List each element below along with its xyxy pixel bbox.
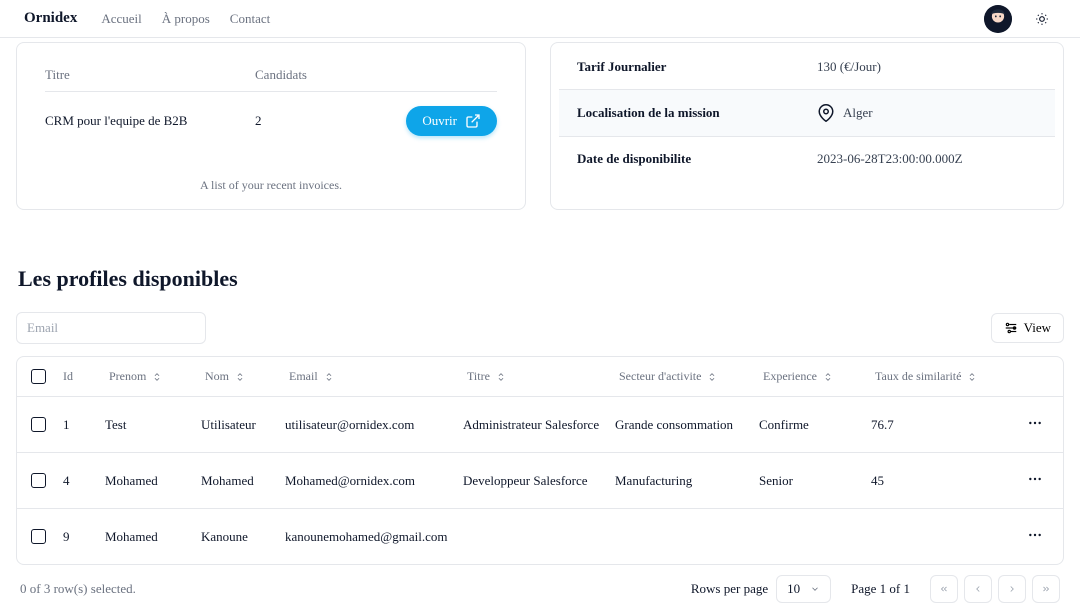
cell-nom: Utilisateur [201,417,285,433]
sort-icon [823,372,833,382]
sort-icon [496,372,506,382]
logo: Ornidex [24,10,77,27]
profiles-table: Id Prenom Nom Email Titre Secteur d'acti… [16,356,1064,565]
sort-taux[interactable]: Taux de similarité [871,367,981,386]
chevron-left-icon [973,584,983,594]
chevrons-right-icon [1041,584,1051,594]
page-next-button[interactable] [998,575,1026,603]
rpp-select[interactable]: 10 [776,575,831,603]
row-checkbox[interactable] [31,417,46,432]
cell-prenom: Mohamed [105,473,201,489]
cell-exp: Confirme [759,417,871,433]
col-candidates-header: Candidats [255,67,307,83]
col-id: Id [63,369,105,384]
sort-icon [324,372,334,382]
avail-label: Date de disponibilite [577,151,817,167]
location-label: Localisation de la mission [577,105,817,121]
cell-exp: Senior [759,473,871,489]
nav-about[interactable]: À propos [162,11,210,27]
sort-titre[interactable]: Titre [463,367,510,386]
cell-id: 4 [63,473,105,489]
cell-taux: 45 [871,473,991,489]
map-pin-icon [817,104,835,122]
sort-email[interactable]: Email [285,367,338,386]
page-info: Page 1 of 1 [851,581,910,597]
avail-value: 2023-06-28T23:00:00.000Z [817,151,963,167]
app-header: Ornidex Accueil À propos Contact [0,0,1080,38]
sort-secteur[interactable]: Secteur d'activite [615,367,721,386]
theme-toggle-button[interactable] [1028,5,1056,33]
sun-icon [1035,12,1049,26]
dots-icon [1027,415,1043,431]
cell-titre: Administrateur Salesforce [463,417,615,433]
top-nav: Accueil À propos Contact [101,11,270,27]
select-all-checkbox[interactable] [31,369,46,384]
rpp-value: 10 [787,581,800,597]
row-checkbox[interactable] [31,473,46,488]
cell-taux: 76.7 [871,417,991,433]
chevron-right-icon [1007,584,1017,594]
cell-secteur: Manufacturing [615,473,759,489]
section-title: Les profiles disponibles [18,266,1064,292]
selected-count: 0 of 3 row(s) selected. [20,581,136,597]
cell-email: Mohamed@ornidex.com [285,473,463,489]
cell-prenom: Test [105,417,201,433]
invoice-count: 2 [255,113,395,129]
info-card: Tarif Journalier 130 (€/Jour) Localisati… [550,42,1064,210]
table-row: 9 Mohamed Kanoune kanounemohamed@gmail.c… [17,509,1063,564]
table-row: 4 Mohamed Mohamed Mohamed@ornidex.com De… [17,453,1063,509]
row-menu-button[interactable] [1021,413,1049,436]
cell-titre: Developpeur Salesforce [463,473,615,489]
cell-nom: Mohamed [201,473,285,489]
sort-icon [152,372,162,382]
page-prev-button[interactable] [964,575,992,603]
email-filter-input[interactable] [16,312,206,344]
cell-prenom: Mohamed [105,529,201,545]
sort-icon [967,372,977,382]
rate-value: 130 (€/Jour) [817,59,881,75]
cell-secteur: Grande consommation [615,417,759,433]
page-last-button[interactable] [1032,575,1060,603]
table-footer: 0 of 3 row(s) selected. Rows per page 10… [16,575,1064,603]
col-title-header: Titre [45,67,255,83]
invoice-caption: A list of your recent invoices. [45,178,497,193]
cell-id: 1 [63,417,105,433]
sort-icon [235,372,245,382]
invoice-card: Titre Candidats CRM pour l'equipe de B2B… [16,42,526,210]
cell-id: 9 [63,529,105,545]
open-label: Ouvrir [422,113,457,129]
sort-nom[interactable]: Nom [201,367,249,386]
cell-email: kanounemohamed@gmail.com [285,529,463,545]
row-checkbox[interactable] [31,529,46,544]
chevrons-left-icon [939,584,949,594]
table-row: 1 Test Utilisateur utilisateur@ornidex.c… [17,397,1063,453]
sort-icon [707,372,717,382]
view-button[interactable]: View [991,313,1064,343]
row-menu-button[interactable] [1021,525,1049,548]
open-button[interactable]: Ouvrir [406,106,497,136]
external-link-icon [465,113,481,129]
table-header: Id Prenom Nom Email Titre Secteur d'acti… [17,357,1063,397]
page-first-button[interactable] [930,575,958,603]
sliders-icon [1004,321,1018,335]
invoice-title: CRM pour l'equipe de B2B [45,113,255,129]
rpp-label: Rows per page [691,581,768,597]
nav-home[interactable]: Accueil [101,11,141,27]
sort-prenom[interactable]: Prenom [105,367,166,386]
chevron-down-icon [810,584,820,594]
sort-exp[interactable]: Experience [759,367,837,386]
dots-icon [1027,527,1043,543]
dots-icon [1027,471,1043,487]
cell-nom: Kanoune [201,529,285,545]
view-label: View [1024,320,1051,336]
rate-label: Tarif Journalier [577,59,817,75]
nav-contact[interactable]: Contact [230,11,270,27]
row-menu-button[interactable] [1021,469,1049,492]
location-value: Alger [843,105,873,121]
avatar[interactable] [984,5,1012,33]
cell-email: utilisateur@ornidex.com [285,417,463,433]
